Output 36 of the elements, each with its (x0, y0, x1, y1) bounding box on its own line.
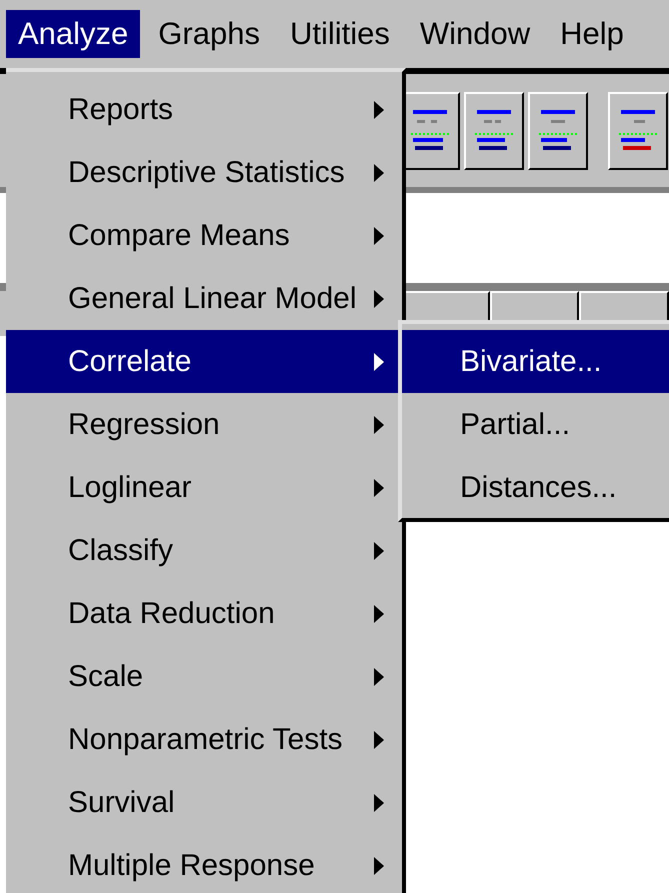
menu-item[interactable]: Descriptive Statistics (6, 141, 402, 204)
menu-item[interactable]: Compare Means (6, 204, 402, 267)
menu-item[interactable]: Survival (6, 771, 402, 834)
submenu-arrow-icon (374, 856, 384, 874)
menu-item[interactable]: Analyze (6, 10, 140, 58)
submenu-arrow-icon (374, 352, 384, 370)
submenu-arrow-icon (374, 794, 384, 812)
submenu-arrow-icon (374, 416, 384, 434)
toolbar-button[interactable] (464, 92, 524, 170)
submenu-arrow-icon (374, 226, 384, 244)
submenu-arrow-icon (374, 164, 384, 182)
menu-item[interactable]: Classify (6, 519, 402, 582)
menu-item[interactable]: Data Reduction (6, 582, 402, 645)
submenu-arrow-icon (374, 478, 384, 496)
submenu-arrow-icon (374, 730, 384, 748)
menu-item[interactable]: Window (408, 10, 542, 58)
menu-item[interactable]: Graphs (146, 10, 272, 58)
submenu-arrow-icon (374, 542, 384, 560)
menu-item[interactable]: Partial... (402, 393, 669, 456)
menu-item[interactable]: Bivariate... (402, 330, 669, 393)
menu-item[interactable]: Loglinear (6, 456, 402, 519)
menu-item[interactable]: Multiple Response (6, 834, 402, 893)
menu-item[interactable]: Utilities (278, 10, 402, 58)
menu-item[interactable]: Distances... (402, 456, 669, 519)
menu-item[interactable]: Reports (6, 78, 402, 141)
menu-item[interactable]: Regression (6, 393, 402, 456)
submenu-arrow-icon (374, 604, 384, 622)
submenu-arrow-icon (374, 668, 384, 686)
submenu-arrow-icon (374, 100, 384, 118)
menu-item[interactable]: Help (548, 10, 636, 58)
menu-item[interactable]: Nonparametric Tests (6, 708, 402, 771)
menu-item[interactable]: General Linear Model (6, 267, 402, 330)
menu-item[interactable]: Scale (6, 645, 402, 708)
toolbar-button[interactable] (608, 92, 668, 170)
toolbar-button[interactable] (528, 92, 588, 170)
submenu-arrow-icon (374, 290, 384, 308)
